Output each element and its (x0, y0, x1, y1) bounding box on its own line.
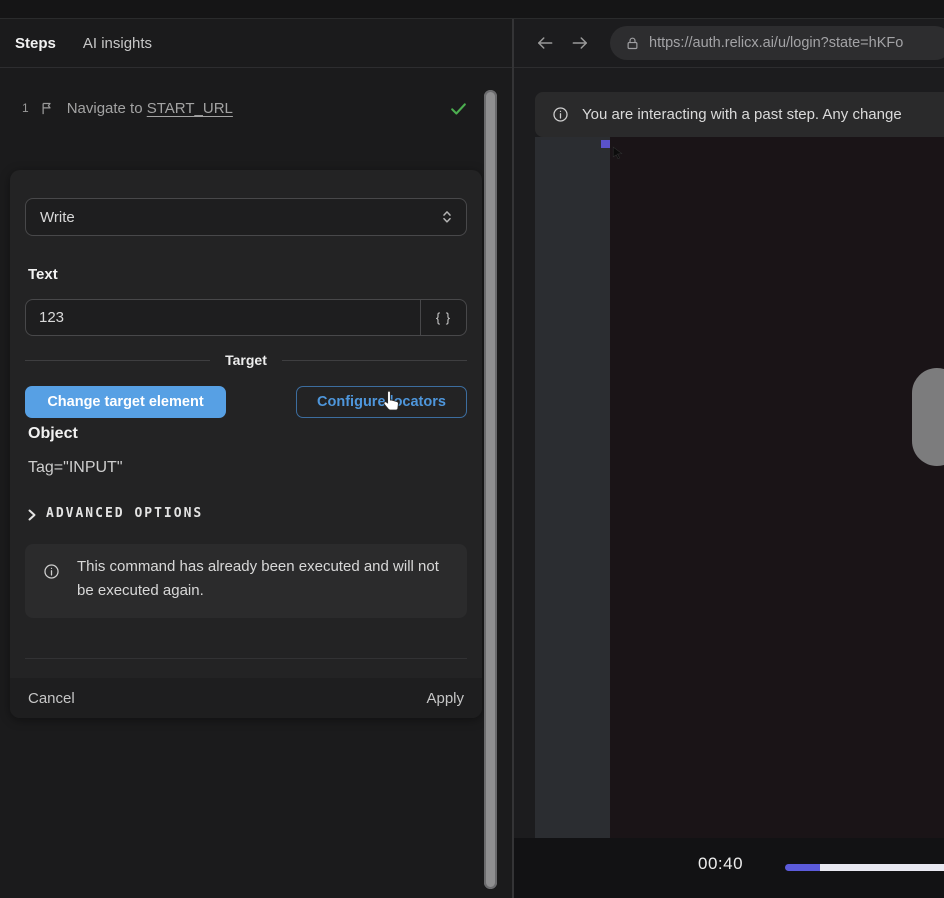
window-top-strip (0, 0, 944, 19)
browser-toolbar: https://auth.relicx.ai/u/login?state=hKF… (514, 19, 944, 68)
left-tabbar: Steps AI insights (0, 19, 512, 68)
tab-steps[interactable]: Steps (15, 35, 56, 52)
divider-line (282, 360, 467, 361)
progress-fill (785, 864, 820, 871)
url-text: https://auth.relicx.ai/u/login?state=hKF… (649, 35, 903, 51)
advanced-options-label: ADVANCED OPTIONS (46, 506, 203, 521)
select-caret-icon (440, 209, 454, 225)
steps-panel: Steps AI insights 1 Navigate to START_UR… (0, 19, 514, 898)
back-arrow-icon[interactable] (535, 33, 555, 53)
advanced-options-toggle[interactable]: ADVANCED OPTIONS (26, 506, 203, 521)
forward-arrow-icon[interactable] (570, 33, 590, 53)
past-step-banner-text: You are interacting with a past step. An… (582, 106, 902, 123)
object-value: Tag="INPUT" (28, 459, 123, 477)
highlight-marker (601, 140, 610, 148)
url-bar[interactable]: https://auth.relicx.ai/u/login?state=hKF… (610, 26, 944, 60)
step-row[interactable]: 1 Navigate to START_URL (0, 96, 512, 120)
browser-preview-panel: https://auth.relicx.ai/u/login?state=hKF… (514, 19, 944, 898)
configure-locators-button[interactable]: Configure locators (296, 386, 467, 418)
floating-widget-handle[interactable] (912, 368, 944, 466)
insert-variable-button[interactable]: { } (420, 300, 466, 335)
target-section-divider: Target (25, 351, 467, 369)
object-label: Object (28, 425, 78, 443)
playback-progress-bar[interactable] (785, 864, 944, 871)
tab-ai-insights[interactable]: AI insights (83, 35, 152, 52)
command-select-value: Write (40, 209, 75, 226)
step-description: Navigate to START_URL (67, 100, 233, 117)
text-field-label: Text (28, 266, 58, 283)
page-dark-region (610, 137, 944, 838)
app-window: Steps AI insights 1 Navigate to START_UR… (0, 0, 944, 898)
change-target-element-button[interactable]: Change target element (25, 386, 226, 418)
progress-track (820, 864, 944, 871)
page-sidebar-region (535, 137, 610, 838)
executed-info-box: This command has already been executed a… (25, 544, 467, 618)
screenshot-viewport (535, 137, 944, 838)
executed-info-message: This command has already been executed a… (77, 555, 453, 603)
flag-icon (40, 101, 55, 116)
text-input-row: 123 { } (25, 299, 467, 336)
past-step-banner: You are interacting with a past step. An… (535, 92, 944, 137)
panel-scrollbar[interactable] (484, 90, 497, 889)
step-success-check-icon (449, 99, 468, 118)
playback-timestamp: 00:40 (698, 854, 743, 874)
step-number: 1 (22, 101, 29, 115)
editor-footer: Cancel Apply (10, 678, 482, 718)
text-input[interactable]: 123 (26, 300, 420, 335)
start-url-link[interactable]: START_URL (147, 100, 233, 117)
info-circle-icon (552, 106, 569, 123)
recorded-cursor-icon (611, 146, 624, 159)
footer-divider (25, 658, 467, 659)
command-select[interactable]: Write (25, 198, 467, 236)
target-section-label: Target (225, 352, 267, 368)
step-editor-card: Write Text 123 { } Target Change target … (10, 170, 482, 718)
lock-icon (625, 36, 640, 51)
session-player-bar: 00:40 (514, 838, 944, 898)
apply-button[interactable]: Apply (426, 690, 464, 707)
chevron-right-icon (26, 508, 38, 520)
info-circle-icon (43, 563, 60, 580)
cancel-button[interactable]: Cancel (28, 690, 75, 707)
divider-line (25, 360, 210, 361)
